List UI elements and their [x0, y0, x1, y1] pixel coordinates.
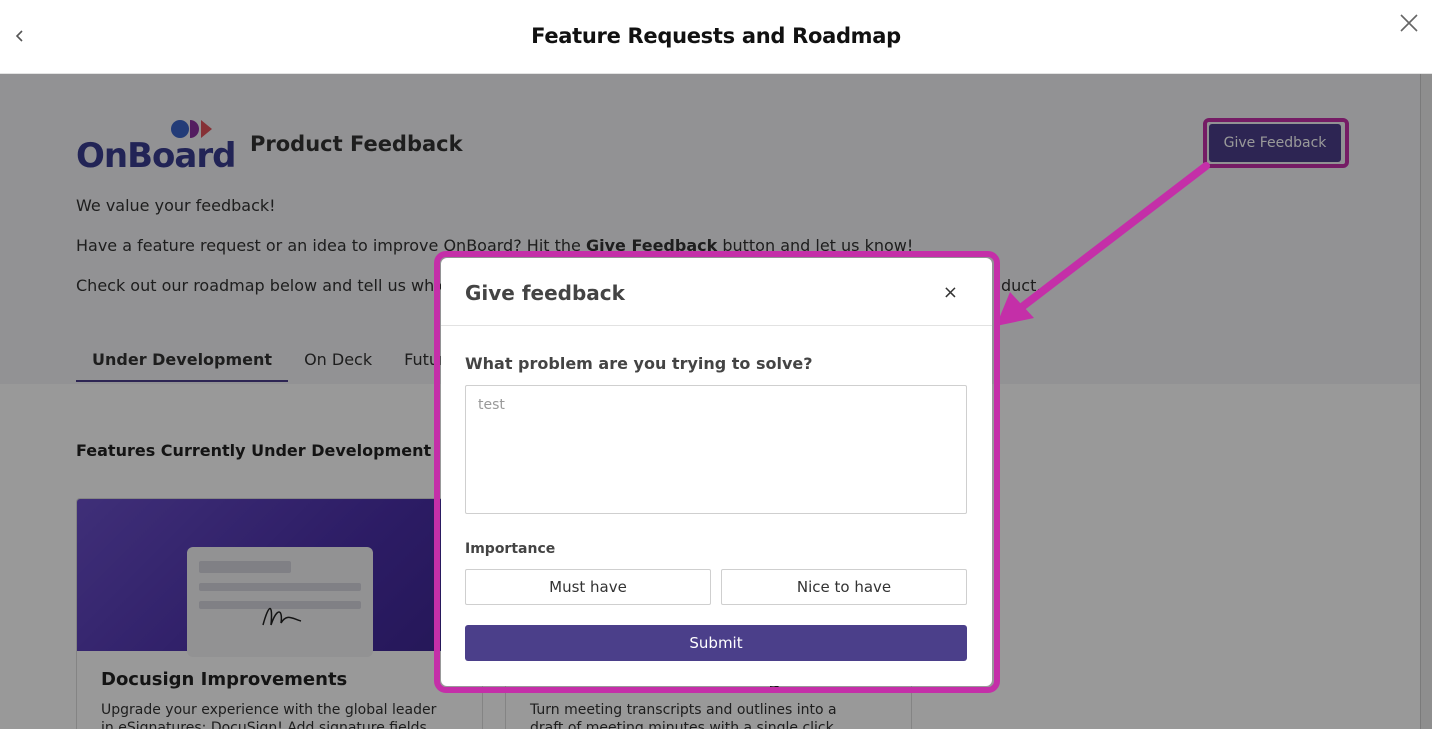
- modal-title: Give feedback: [465, 281, 625, 305]
- importance-label: Importance: [465, 541, 556, 557]
- must-have-button[interactable]: Must have: [465, 569, 711, 605]
- nice-to-have-button[interactable]: Nice to have: [721, 569, 967, 605]
- top-bar: Feature Requests and Roadmap: [0, 0, 1432, 74]
- modal-header: Give feedback ×: [441, 258, 992, 326]
- scrollbar[interactable]: [1420, 74, 1432, 729]
- problem-textarea[interactable]: test: [465, 385, 967, 514]
- give-feedback-modal: Give feedback × What problem are you try…: [441, 258, 992, 686]
- close-icon[interactable]: [1398, 12, 1420, 34]
- submit-button[interactable]: Submit: [465, 625, 967, 661]
- page-title: Feature Requests and Roadmap: [531, 24, 901, 48]
- modal-close-icon[interactable]: ×: [943, 282, 958, 303]
- question-label: What problem are you trying to solve?: [465, 354, 813, 373]
